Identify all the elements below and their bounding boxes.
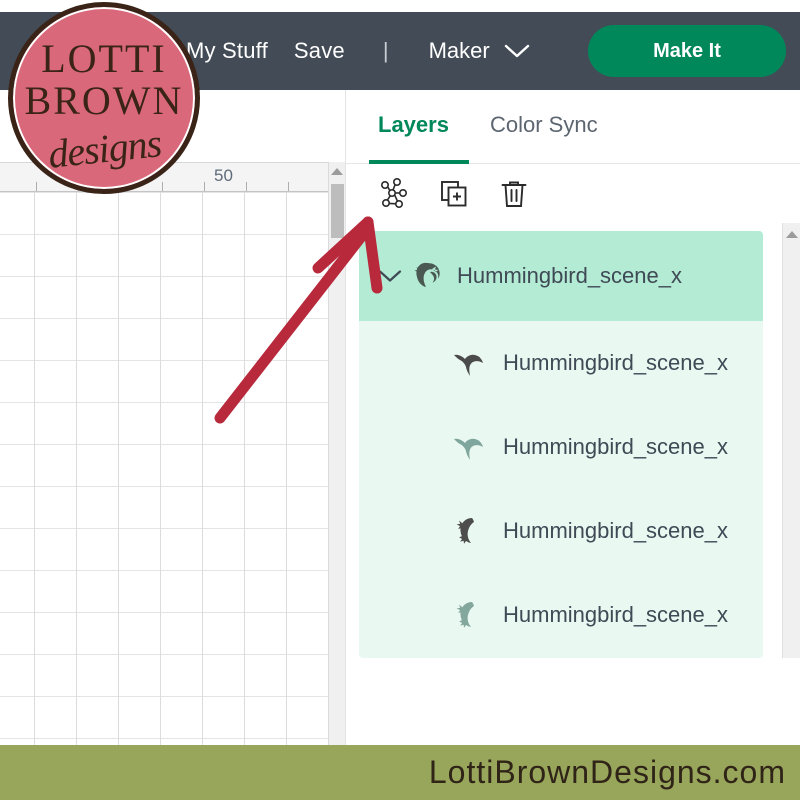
layer-name: Hummingbird_scene_x xyxy=(503,602,728,627)
attach-icon[interactable] xyxy=(374,174,414,214)
layers-list[interactable]: Hummingbird_scene_x Hummingbird_scene_x xyxy=(359,231,763,658)
machine-label: Maker xyxy=(428,38,490,63)
layer-name: Hummingbird_scene_x xyxy=(457,263,682,288)
chevron-down-icon[interactable] xyxy=(378,268,402,284)
layer-row[interactable]: Hummingbird_scene_x xyxy=(359,405,763,489)
layer-thumbnail-icon xyxy=(449,426,491,468)
layer-row[interactable]: Hummingbird_scene_x xyxy=(359,231,763,321)
panel-tabs: Layers Color Sync xyxy=(346,90,800,164)
logo-line-2: BROWN xyxy=(24,77,184,123)
canvas-vertical-scrollbar[interactable] xyxy=(328,162,345,745)
layer-toolbar xyxy=(346,164,800,222)
layer-name: Hummingbird_scene_x xyxy=(503,350,728,375)
layers-panel-scrollbar[interactable] xyxy=(782,223,800,658)
footer-band: LottiBrownDesigns.com xyxy=(0,745,800,800)
scroll-up-arrow-icon[interactable] xyxy=(785,231,798,238)
layer-row[interactable]: Hummingbird_scene_x xyxy=(359,321,763,405)
tab-layers[interactable]: Layers xyxy=(378,112,449,162)
tab-color-sync[interactable]: Color Sync xyxy=(490,112,598,162)
layer-thumbnail-icon xyxy=(449,342,491,384)
layer-row[interactable]: Hummingbird_scene_x xyxy=(359,573,763,657)
canvas-scrollbar-thumb[interactable] xyxy=(331,184,344,238)
machine-selector[interactable]: Maker xyxy=(429,38,530,64)
my-stuff-link[interactable]: My Stuff xyxy=(186,38,268,64)
header-divider: | xyxy=(382,38,389,63)
layer-thumbnail-icon xyxy=(449,510,491,552)
delete-icon[interactable] xyxy=(494,174,534,214)
layer-row[interactable]: Hummingbird_scene_x xyxy=(359,489,763,573)
chevron-down-icon xyxy=(504,43,530,59)
layer-name: Hummingbird_scene_x xyxy=(503,518,728,543)
make-it-button[interactable]: Make It xyxy=(588,25,786,77)
layer-thumbnail-icon xyxy=(449,594,491,636)
layer-thumbnail-icon xyxy=(407,255,449,297)
save-link[interactable]: Save xyxy=(294,38,345,64)
layer-name: Hummingbird_scene_x xyxy=(503,434,728,459)
duplicate-icon[interactable] xyxy=(434,174,474,214)
header-nav: My Stuff Save | Maker xyxy=(186,38,530,64)
logo-line-1: LOTTI xyxy=(41,35,167,81)
footer-website-text: LottiBrownDesigns.com xyxy=(428,754,786,790)
logo-line-3: designs xyxy=(45,119,163,177)
ruler-label-50: 50 xyxy=(214,166,233,185)
brand-watermark-logo: LOTTI BROWN designs xyxy=(8,2,200,194)
layers-panel: Layers Color Sync Hummingbird_scene_x Hu… xyxy=(345,90,800,745)
scroll-up-arrow-icon[interactable] xyxy=(331,168,343,175)
canvas-grid[interactable] xyxy=(0,192,328,745)
design-canvas-area[interactable]: 50 xyxy=(0,90,345,745)
